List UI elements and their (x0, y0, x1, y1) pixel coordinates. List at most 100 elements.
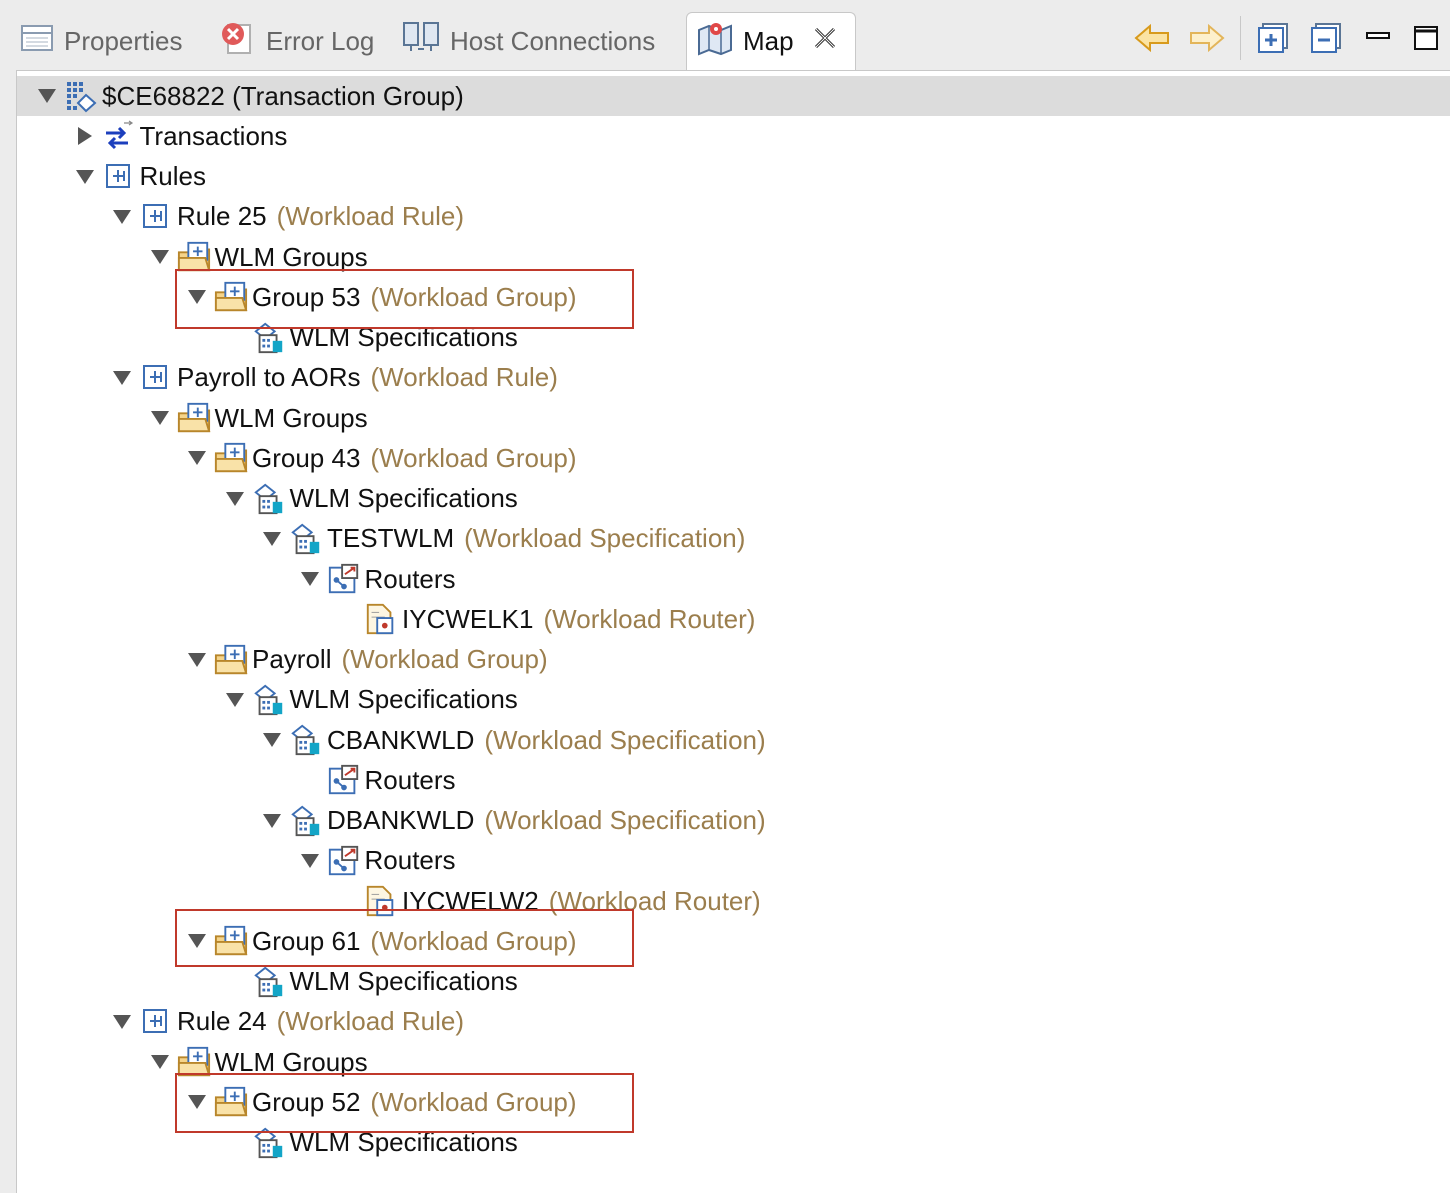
tree-item[interactable]: CBANKWLD (Workload Specification) (259, 720, 766, 760)
tree-item[interactable]: DBANKWLD (Workload Specification) (259, 801, 766, 841)
maximize-button[interactable] (1406, 20, 1446, 60)
tree-item-type: (Workload Specification) (464, 523, 746, 554)
expand-arrow-icon[interactable] (34, 76, 60, 116)
expand-arrow-icon[interactable] (109, 1002, 135, 1042)
expand-arrow-icon[interactable] (297, 841, 323, 881)
tree-item[interactable]: Transactions (72, 116, 287, 156)
expand-arrow-icon[interactable] (259, 801, 285, 841)
tree-item-label: WLM Specifications (289, 322, 518, 352)
expand-arrow-icon[interactable] (184, 277, 210, 317)
expand-arrow-icon[interactable] (109, 197, 135, 237)
routers-icon (327, 844, 361, 878)
tree-item[interactable]: Payroll (Workload Group) (184, 640, 548, 680)
tree-item[interactable]: WLM Specifications (222, 479, 518, 519)
tree-item-label: WLM Groups (214, 402, 368, 433)
expand-arrow-icon[interactable] (147, 398, 173, 438)
tab-properties[interactable]: Properties (20, 12, 183, 70)
tree-item[interactable]: Routers (297, 559, 456, 599)
tab-host-connections[interactable]: Host Connections (402, 12, 655, 70)
tree-item[interactable]: WLM Specifications (222, 962, 518, 1002)
tree-item[interactable]: TESTWLM (Workload Specification) (259, 519, 745, 559)
tree-item[interactable]: WLM Specifications (222, 680, 518, 720)
expand-arrow-icon[interactable] (184, 438, 210, 478)
tab-map[interactable]: Map (686, 12, 856, 70)
tree-item[interactable]: Payroll to AORs (Workload Rule) (109, 358, 558, 398)
tab-label: Map (743, 26, 794, 56)
map-icon (697, 20, 733, 63)
tree-item[interactable]: IYCWELW2 (Workload Router) (334, 881, 761, 921)
tree-item-label: Group 52 (252, 1086, 361, 1117)
tab-error-log[interactable]: Error Log (220, 12, 374, 70)
tab-label: Properties (64, 25, 183, 56)
tree-item-label: DBANKWLD (327, 805, 475, 835)
toolbar-separator (1240, 16, 1241, 60)
tree-item[interactable]: Rule 24 (Workload Rule) (109, 1002, 464, 1042)
tree-item-label: WLM Specifications (289, 483, 518, 513)
tree-item-label: Rule 24 (177, 1006, 267, 1037)
tree-item[interactable]: WLM Groups (147, 237, 368, 277)
minimize-button[interactable] (1358, 20, 1398, 60)
tree-item[interactable]: WLM Groups (147, 1042, 368, 1082)
tree-item-type: (Workload Router) (548, 885, 761, 916)
tree-item[interactable]: Group 53 (Workload Group) (184, 277, 577, 317)
tree-item-label: WLM Specifications (289, 966, 518, 996)
expand-arrow-icon[interactable] (147, 1042, 173, 1082)
collapse-all-icon (1309, 21, 1343, 60)
tree-item[interactable]: Routers (297, 760, 456, 800)
workload-group-icon (214, 1085, 248, 1119)
expand-arrow-icon[interactable] (259, 720, 285, 760)
tree-item[interactable]: Routers (297, 841, 456, 881)
rule-icon (139, 1005, 173, 1039)
tree-item-label: Payroll to AORs (177, 362, 361, 393)
tree-item[interactable]: IYCWELK1 (Workload Router) (334, 599, 755, 639)
tree-item-label: WLM Specifications (289, 684, 518, 715)
tree-item[interactable]: Group 61 (Workload Group) (184, 921, 577, 961)
tree-item-label: IYCWELK1 (402, 603, 534, 634)
close-icon[interactable] (812, 25, 838, 58)
wlm-groups-icon (177, 401, 211, 435)
expand-arrow-icon[interactable] (184, 1082, 210, 1122)
workload-group-icon (214, 924, 248, 958)
tree-item-type: (Workload Group) (370, 281, 577, 312)
host-connections-icon (402, 21, 440, 62)
tree-item-type: (Workload Group) (370, 1086, 577, 1117)
tree-item[interactable]: Rule 25 (Workload Rule) (109, 197, 464, 237)
properties-icon (20, 23, 54, 60)
expand-all-button[interactable] (1253, 20, 1293, 60)
wlm-specifications-icon (252, 482, 286, 516)
tree-item-type: (Workload Group) (341, 644, 548, 674)
workload-group-icon (214, 441, 248, 475)
collapse-all-button[interactable] (1306, 20, 1346, 60)
forward-button[interactable] (1186, 20, 1226, 60)
tree-item[interactable]: $CE68822 (Transaction Group) (34, 76, 464, 116)
expand-arrow-icon[interactable] (109, 358, 135, 398)
tree-item[interactable]: WLM Groups (147, 398, 368, 438)
tree-item[interactable]: Group 43 (Workload Group) (184, 438, 577, 478)
error-log-icon (220, 21, 256, 62)
tree-item-label: Routers (364, 845, 456, 876)
expand-arrow-icon[interactable] (184, 640, 210, 680)
expand-arrow-icon[interactable] (259, 519, 285, 559)
expand-arrow-icon[interactable] (297, 559, 323, 599)
routers-icon (327, 562, 361, 596)
expand-arrow-icon[interactable] (147, 237, 173, 277)
tree-item[interactable]: WLM Specifications (222, 318, 518, 358)
tree-item-type: (Workload Router) (543, 603, 756, 634)
back-button[interactable] (1133, 20, 1173, 60)
expand-arrow-icon[interactable] (184, 921, 210, 961)
wlm-specifications-icon (252, 965, 286, 999)
view-tab-bar: Properties Error Log Host Connections Ma… (0, 0, 1450, 70)
expand-arrow-icon[interactable] (72, 157, 98, 197)
wlm-specifications-icon (252, 321, 286, 355)
tree-item-label: Payroll (252, 644, 332, 674)
expand-all-icon (1256, 21, 1290, 60)
tree-item[interactable]: WLM Specifications (222, 1123, 518, 1163)
expand-arrow-icon[interactable] (222, 479, 248, 519)
expand-arrow-icon[interactable] (222, 680, 248, 720)
tree-item[interactable]: Group 52 (Workload Group) (184, 1082, 577, 1122)
tree-item[interactable]: Rules (72, 157, 206, 197)
back-arrow-icon (1134, 23, 1172, 58)
wlm-specifications-icon (252, 683, 286, 717)
collapse-arrow-icon[interactable] (72, 116, 98, 156)
tab-label: Error Log (266, 25, 375, 56)
